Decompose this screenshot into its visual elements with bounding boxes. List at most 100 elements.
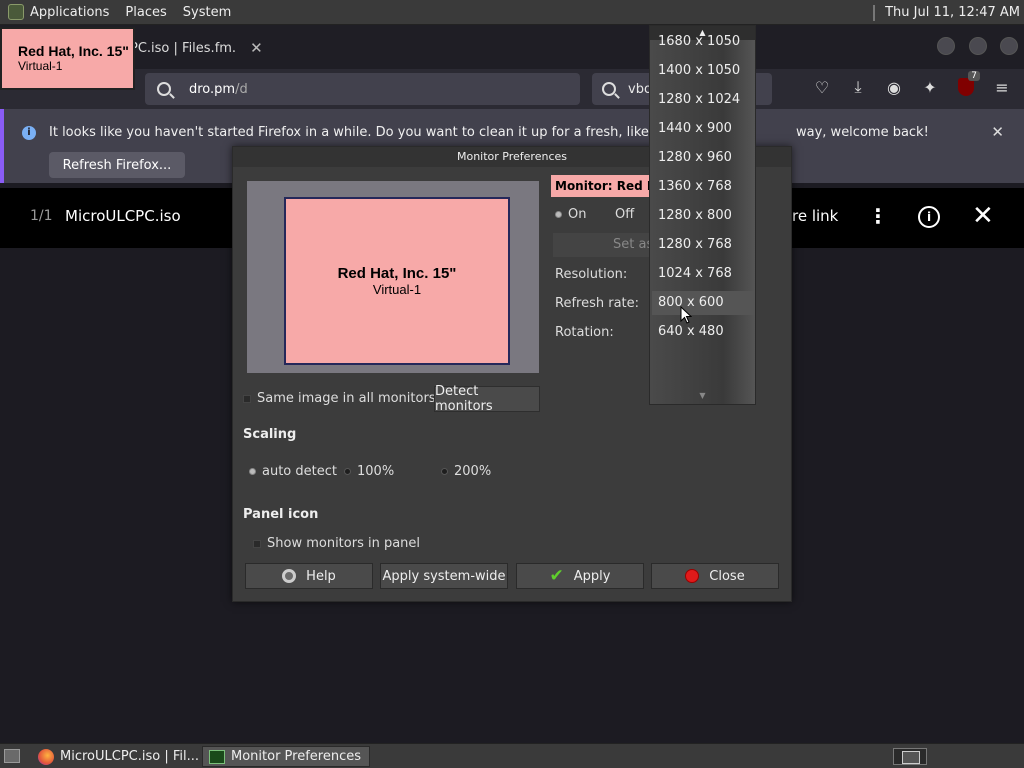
places-menu[interactable]: Places <box>117 0 174 25</box>
firefox-icon <box>38 748 54 765</box>
info-circle-icon[interactable]: i <box>918 206 940 228</box>
checkmark-icon: ✔ <box>549 566 564 586</box>
resolution-option[interactable]: 1280 x 960 <box>658 146 753 170</box>
file-counter: 1/1 <box>30 208 53 224</box>
help-lifebuoy-icon <box>282 569 297 583</box>
panel-tray: Thu Jul 11, 12:47 AM <box>873 0 1024 25</box>
scroll-down-arrow-icon[interactable]: ▼ <box>650 391 755 400</box>
system-menu[interactable]: System <box>175 0 239 25</box>
mouse-pointer-icon <box>680 306 692 324</box>
same-image-label: Same image in all monitors <box>257 391 436 406</box>
resolution-option[interactable]: 1280 x 768 <box>658 233 753 257</box>
applications-icon <box>8 4 24 20</box>
notification-message-tail: way, welcome back! <box>796 125 929 140</box>
file-name: MicroULCPC.iso <box>65 207 181 225</box>
extensions-icon[interactable]: ✦ <box>920 77 940 97</box>
more-options-icon[interactable]: ⋮ <box>868 204 888 228</box>
close-window-icon[interactable] <box>1000 37 1018 55</box>
monitor-identify-tooltip: Red Hat, Inc. 15" Virtual-1 <box>0 27 135 90</box>
scaling-auto-radio[interactable]: auto detect <box>249 464 337 479</box>
tab-bar: PC.iso | Files.fm. ✕ <box>0 25 1024 69</box>
help-label: Help <box>306 568 336 584</box>
radio-selected-icon <box>249 468 256 475</box>
download-icon[interactable]: ⤓ <box>848 77 868 97</box>
radio-unselected-icon <box>344 468 351 475</box>
resolution-option[interactable]: 1280 x 1024 <box>658 88 753 112</box>
url-host: dro.pm <box>189 81 236 97</box>
share-link[interactable]: re link <box>792 207 838 225</box>
scaling-200-radio[interactable]: 200% <box>441 464 491 479</box>
maximize-window-icon[interactable] <box>969 37 987 55</box>
apply-button[interactable]: ✔ Apply <box>516 563 644 589</box>
bottom-taskbar: MicroULCPC.iso | Fil... Monitor Preferen… <box>0 743 1024 768</box>
panel-icon-heading: Panel icon <box>243 507 319 522</box>
resolution-option[interactable]: 1280 x 800 <box>658 204 753 228</box>
ublock-icon[interactable]: 7 <box>956 71 980 97</box>
search-icon <box>157 82 171 96</box>
resolution-option[interactable]: 640 x 480 <box>658 320 753 344</box>
resolution-option[interactable]: 1360 x 768 <box>658 175 753 199</box>
close-label: Close <box>709 568 745 584</box>
tray-divider <box>873 4 876 21</box>
checkbox-icon <box>253 539 261 548</box>
applications-menu-label: Applications <box>30 4 110 20</box>
same-image-checkbox[interactable]: Same image in all monitors <box>243 391 436 406</box>
browser-tab[interactable]: PC.iso | Files.fm. ✕ <box>130 33 270 63</box>
taskbar-item-monitor-preferences[interactable]: Monitor Preferences <box>202 746 370 767</box>
resolution-label: Resolution: <box>555 267 628 282</box>
apply-label: Apply <box>573 568 611 584</box>
resolution-dropdown-list[interactable]: ▲ 1680 x 1050 1400 x 1050 1280 x 1024 14… <box>649 25 756 405</box>
close-notification-icon[interactable]: ✕ <box>991 123 1004 141</box>
preview-monitor-name: Red Hat, Inc. 15" <box>337 265 457 282</box>
notification-message: It looks like you haven't started Firefo… <box>49 125 726 140</box>
top-panel: Applications Places System Thu Jul 11, 1… <box>0 0 1024 25</box>
search-icon <box>602 82 616 96</box>
close-viewer-icon[interactable]: ✕ <box>972 201 994 231</box>
hamburger-menu-icon[interactable]: ≡ <box>992 77 1012 97</box>
taskbar-item-label: Monitor Preferences <box>231 749 362 764</box>
scaling-option-label: 100% <box>357 464 395 479</box>
set-as-primary-button[interactable]: Set as <box>553 233 653 257</box>
url-bar[interactable]: dro.pm/d <box>145 73 580 105</box>
navigation-bar: dro.pm/d vbox ♡ ⤓ ◉ ✦ 7 ≡ <box>0 69 1024 109</box>
close-circle-icon <box>685 569 700 583</box>
show-monitors-checkbox[interactable]: Show monitors in panel <box>253 536 420 551</box>
pocket-icon[interactable]: ♡ <box>812 77 832 97</box>
rotation-label: Rotation: <box>555 325 614 340</box>
monitor-icon <box>209 749 225 764</box>
apply-system-wide-button[interactable]: Apply system-wide <box>380 563 508 589</box>
resolution-option[interactable]: 1400 x 1050 <box>658 59 753 83</box>
close-button[interactable]: Close <box>651 563 779 589</box>
help-button[interactable]: Help <box>245 563 373 589</box>
tab-title: PC.iso | Files.fm. <box>130 40 237 56</box>
show-desktop-icon[interactable] <box>4 749 20 763</box>
account-icon[interactable]: ◉ <box>884 77 904 97</box>
on-label: On <box>568 207 587 222</box>
monitor-label: Monitor: Red H <box>551 175 651 197</box>
refresh-firefox-button[interactable]: Refresh Firefox... <box>49 152 185 178</box>
preview-output-name: Virtual-1 <box>372 282 422 297</box>
refresh-rate-label: Refresh rate: <box>555 296 640 311</box>
toolbar-icons: ♡ ⤓ ◉ ✦ 7 ≡ <box>812 71 1012 97</box>
minimize-window-icon[interactable] <box>937 37 955 55</box>
url-path: /d <box>235 81 248 97</box>
resolution-option-highlighted[interactable]: 800 x 600 <box>652 291 755 315</box>
clock[interactable]: Thu Jul 11, 12:47 AM <box>885 5 1024 20</box>
workspace-switcher-icon[interactable] <box>893 748 927 765</box>
monitor-layout-preview: Red Hat, Inc. 15" Virtual-1 <box>247 181 539 373</box>
ublock-badge: 7 <box>968 71 980 81</box>
applications-menu[interactable]: Applications <box>0 0 117 25</box>
monitor-preview-tile[interactable]: Red Hat, Inc. 15" Virtual-1 <box>284 197 510 365</box>
tab-close-icon[interactable]: ✕ <box>250 39 263 57</box>
resolution-option[interactable]: 1440 x 900 <box>658 117 753 141</box>
radio-unselected-icon <box>441 468 448 475</box>
resolution-option[interactable]: 1680 x 1050 <box>658 30 753 54</box>
off-radio[interactable]: Off <box>615 207 634 222</box>
tooltip-monitor-name: Red Hat, Inc. 15" <box>18 43 129 59</box>
scaling-100-radio[interactable]: 100% <box>344 464 394 479</box>
detect-monitors-button[interactable]: Detect monitors <box>434 384 540 414</box>
resolution-option[interactable]: 1024 x 768 <box>658 262 753 286</box>
on-radio[interactable]: On <box>555 207 586 222</box>
taskbar-item-firefox[interactable]: MicroULCPC.iso | Fil... <box>32 746 205 767</box>
tooltip-output-name: Virtual-1 <box>18 59 63 73</box>
